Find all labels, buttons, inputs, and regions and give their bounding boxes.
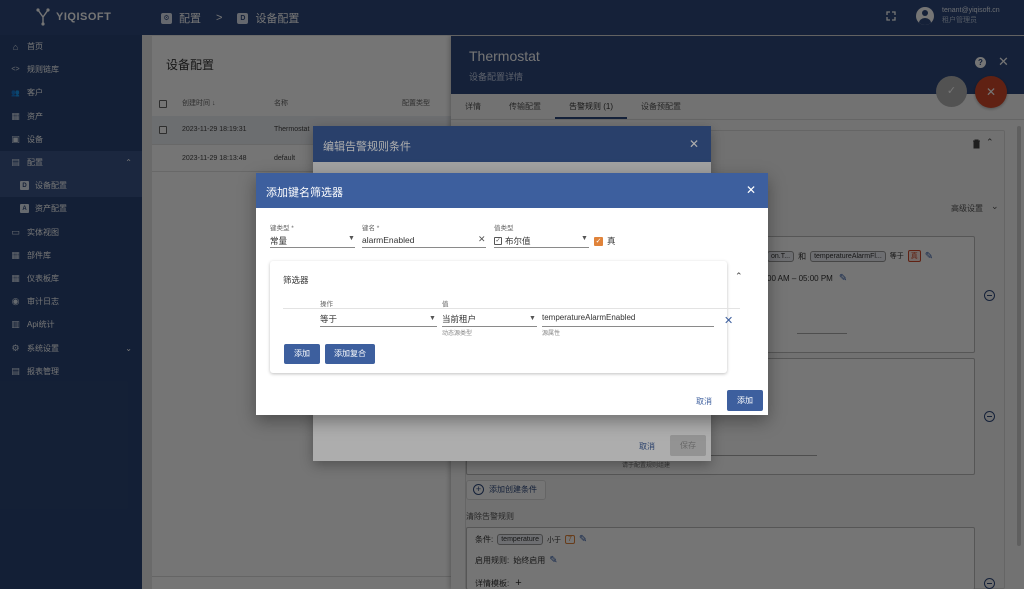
key-name-label: 键名 * bbox=[362, 225, 380, 232]
divider bbox=[283, 308, 740, 309]
confirm-add-button[interactable]: 添加 bbox=[727, 390, 763, 411]
bool-value-checkbox[interactable]: ✓ 真 bbox=[594, 235, 616, 247]
value-type-label: 值类型 bbox=[494, 225, 514, 232]
source-hint: 动态源类型 bbox=[442, 331, 473, 337]
dropdown-arrow-icon: ▼ bbox=[529, 315, 536, 322]
cancel-button[interactable]: 取消 bbox=[696, 396, 712, 407]
checkbox-icon: ✓ bbox=[494, 237, 502, 245]
operation-value: 等于 bbox=[320, 314, 338, 324]
add-complex-button[interactable]: 添加复合 bbox=[325, 344, 375, 364]
field-underline bbox=[442, 326, 537, 327]
bool-value-label: 真 bbox=[607, 236, 616, 246]
value-header: 值 bbox=[442, 301, 449, 308]
source-attribute-input[interactable]: temperatureAlarmEnabled bbox=[542, 311, 714, 327]
dropdown-arrow-icon: ▼ bbox=[429, 315, 436, 322]
key-type-select[interactable]: 键类型 * 常量 ▼ bbox=[270, 222, 355, 248]
remove-filter-icon[interactable]: ✕ bbox=[724, 314, 733, 327]
field-underline bbox=[320, 326, 437, 327]
dialog-header: 添加键名筛选器 ✕ bbox=[256, 173, 768, 208]
dropdown-arrow-icon: ▼ bbox=[348, 235, 355, 242]
key-type-label: 键类型 * bbox=[270, 225, 294, 232]
attribute-value: temperatureAlarmEnabled bbox=[542, 313, 636, 322]
field-underline bbox=[494, 247, 589, 248]
field-underline bbox=[270, 247, 355, 248]
attribute-hint: 源属性 bbox=[542, 331, 561, 337]
close-icon[interactable]: ✕ bbox=[746, 183, 756, 197]
filters-title: 筛选器 bbox=[283, 275, 309, 285]
key-name-input[interactable]: 键名 * alarmEnabled ✕ bbox=[362, 222, 486, 248]
key-name-value: alarmEnabled bbox=[362, 235, 415, 245]
dialog-title: 添加键名筛选器 bbox=[266, 187, 343, 199]
field-underline bbox=[542, 326, 714, 327]
checkbox-checked-icon: ✓ bbox=[594, 236, 603, 246]
operation-header: 操作 bbox=[320, 301, 333, 308]
add-key-filter-dialog: 添加键名筛选器 ✕ 键类型 * 常量 ▼ 键名 * alarmEnabled ✕… bbox=[256, 173, 768, 415]
add-filter-button[interactable]: 添加 bbox=[284, 344, 320, 364]
dynamic-source-select[interactable]: 当前租户 ▼ bbox=[442, 311, 537, 327]
key-type-value: 常量 bbox=[270, 236, 288, 246]
source-value: 当前租户 bbox=[442, 314, 477, 324]
field-underline bbox=[362, 247, 486, 248]
chevron-up-icon[interactable]: ⌃ bbox=[735, 271, 743, 282]
filters-panel: 筛选器 ⌃ 操作 值 等于 ▼ 当前租户 ▼ 动态源类型 temperature… bbox=[270, 261, 743, 373]
operation-select[interactable]: 等于 ▼ bbox=[320, 311, 437, 327]
dropdown-arrow-icon: ▼ bbox=[581, 235, 588, 242]
value-type-value: 布尔值 bbox=[505, 236, 531, 246]
clear-icon[interactable]: ✕ bbox=[478, 234, 486, 245]
value-type-select[interactable]: 值类型 ✓ 布尔值 ▼ bbox=[494, 222, 589, 248]
